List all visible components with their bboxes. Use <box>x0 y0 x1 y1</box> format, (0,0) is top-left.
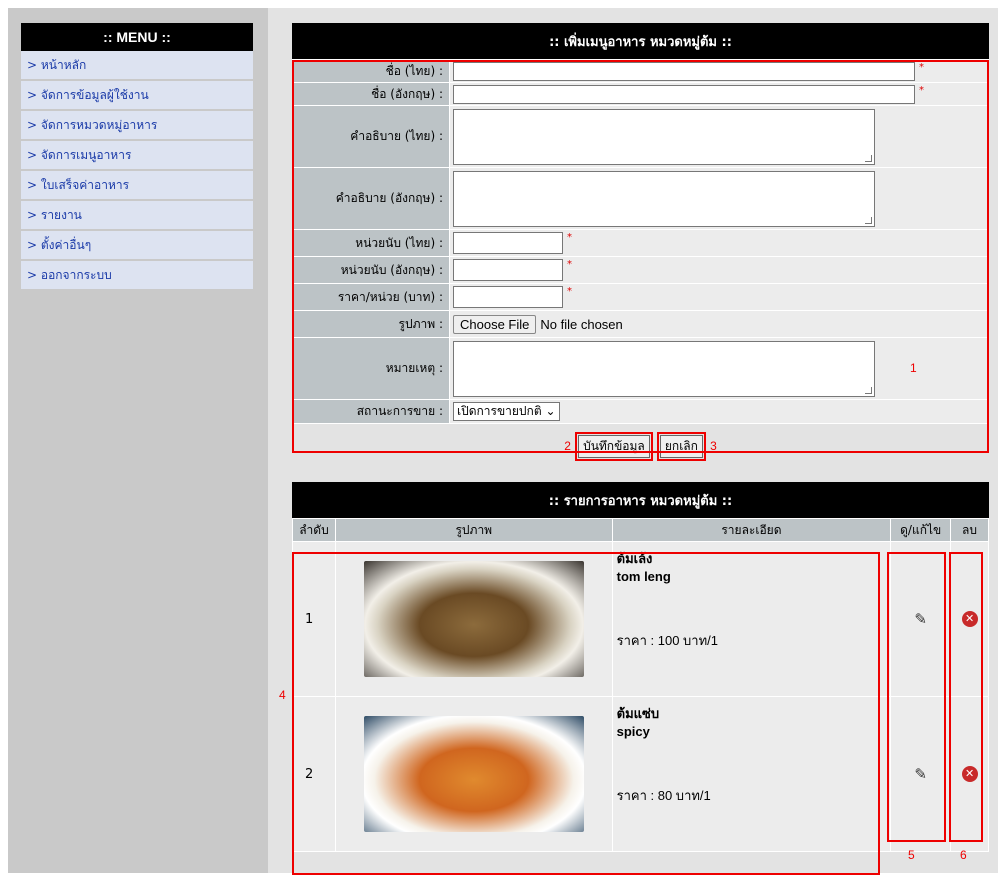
table-row: 1 ต้มเล้ง tom leng ราคา : 100 บาท/1 ✎ ✕ <box>292 541 989 697</box>
cancel-button[interactable]: ยกเลิก <box>659 435 703 458</box>
menu-item-receipts[interactable]: > ใบเสร็จค่าอาหาร <box>21 171 253 201</box>
name-th-label: ชื่อ (ไทย) : <box>292 59 450 83</box>
save-button-highlight: บันทึกข้อมูล <box>575 432 653 461</box>
food-price: ราคา : 100 บาท/1 <box>616 633 719 648</box>
annotation-3: 3 <box>710 439 717 453</box>
table-row: 2 ต้มแซ่บ spicy ราคา : 80 บาท/1 ✎ ✕ <box>292 696 989 852</box>
price-label: ราคา/หน่วย (บาท) : <box>292 283 450 311</box>
edit-icon[interactable]: ✎ <box>914 610 927 628</box>
col-detail: รายละเอียด <box>611 518 892 542</box>
required-mark: * <box>919 84 924 96</box>
menu-item-categories[interactable]: > จัดการหมวดหมู่อาหาร <box>21 111 253 141</box>
food-name-th: ต้มเล้ง <box>616 551 653 566</box>
page: :: MENU :: > หน้าหลัก > จัดการข้อมูลผู้ใ… <box>8 8 998 875</box>
unit-th-input[interactable] <box>453 232 563 254</box>
menu-item-label[interactable]: > รายงาน <box>27 208 82 222</box>
menu-item-label[interactable]: > ใบเสร็จค่าอาหาร <box>27 178 129 192</box>
menu-list-table: ลำดับ รูปภาพ รายละเอียด ดู/แก้ไข ลบ 1 ต้… <box>292 518 989 852</box>
food-name-th: ต้มแซ่บ <box>616 706 660 721</box>
chevron-down-icon: ⌄ <box>545 404 556 418</box>
image-label: รูปภาพ : <box>292 310 450 338</box>
unit-th-label: หน่วยนับ (ไทย) : <box>292 229 450 257</box>
food-image <box>363 716 584 832</box>
save-button[interactable]: บันทึกข้อมูล <box>578 435 650 458</box>
food-image <box>363 561 584 677</box>
unit-en-label: หน่วยนับ (อังกฤษ) : <box>292 256 450 284</box>
menu-item-logout[interactable]: > ออกจากระบบ <box>21 261 253 291</box>
status-label: สถานะการขาย : <box>292 399 450 424</box>
desc-en-textarea[interactable] <box>453 170 875 227</box>
status-select-value: เปิดการขายปกติ <box>457 404 542 418</box>
row-number: 1 <box>292 541 336 697</box>
menu-item-label[interactable]: > ออกจากระบบ <box>27 268 112 282</box>
menu-item-food-menu[interactable]: > จัดการเมนูอาหาร <box>21 141 253 171</box>
edit-icon[interactable]: ✎ <box>914 765 927 783</box>
name-en-label: ชื่อ (อังกฤษ) : <box>292 82 450 106</box>
col-edit: ดู/แก้ไข <box>890 518 952 542</box>
note-label: หมายเหตุ : <box>292 337 450 400</box>
unit-en-input[interactable] <box>453 259 563 281</box>
food-name-en: spicy <box>616 724 650 739</box>
form-actions: 2 บันทึกข้อมูล ยกเลิก 3 <box>292 432 989 461</box>
col-image: รูปภาพ <box>334 518 613 542</box>
row-detail: ต้มแซ่บ spicy ราคา : 80 บาท/1 <box>611 696 892 852</box>
menu-title: :: MENU :: <box>21 23 253 51</box>
sidebar: :: MENU :: > หน้าหลัก > จัดการข้อมูลผู้ใ… <box>8 8 268 873</box>
desc-en-label: คำอธิบาย (อังกฤษ) : <box>292 167 450 230</box>
menu: :: MENU :: > หน้าหลัก > จัดการข้อมูลผู้ใ… <box>21 23 253 291</box>
menu-item-label[interactable]: > หน้าหลัก <box>27 58 86 72</box>
price-input[interactable] <box>453 286 563 308</box>
annotation-6: 6 <box>960 848 967 862</box>
menu-item-label[interactable]: > จัดการเมนูอาหาร <box>27 148 131 162</box>
add-menu-form: ชื่อ (ไทย) : * ชื่อ (อังกฤษ) : * คำอธิบา… <box>292 59 989 424</box>
required-mark: * <box>567 286 572 297</box>
list-title: :: รายการอาหาร หมวดหมู่ต้ม :: <box>292 482 989 518</box>
row-detail: ต้มเล้ง tom leng ราคา : 100 บาท/1 <box>611 541 892 697</box>
annotation-2: 2 <box>564 439 571 453</box>
col-no: ลำดับ <box>292 518 336 542</box>
row-number: 2 <box>292 696 336 852</box>
note-textarea[interactable] <box>453 340 875 397</box>
cancel-button-highlight: ยกเลิก <box>656 432 706 461</box>
file-status: No file chosen <box>540 316 623 332</box>
annotation-1: 1 <box>910 361 917 375</box>
choose-file-button[interactable]: Choose File <box>453 314 537 334</box>
annotation-4: 4 <box>279 688 286 702</box>
menu-item-settings[interactable]: > ตั้งค่าอื่นๆ <box>21 231 253 261</box>
name-th-input[interactable] <box>453 61 915 81</box>
main-content: :: เพิ่มเมนูอาหาร หมวดหมู่ต้ม :: ชื่อ (ไ… <box>292 23 989 852</box>
name-en-input[interactable] <box>453 84 915 104</box>
annotation-5: 5 <box>908 848 915 862</box>
menu-item-label[interactable]: > จัดการหมวดหมู่อาหาร <box>27 118 157 132</box>
delete-icon[interactable]: ✕ <box>961 766 978 782</box>
required-mark: * <box>567 259 572 270</box>
col-delete: ลบ <box>950 518 989 542</box>
desc-th-label: คำอธิบาย (ไทย) : <box>292 105 450 168</box>
menu-item-label[interactable]: > จัดการข้อมูลผู้ใช้งาน <box>27 88 149 102</box>
menu-item-label[interactable]: > ตั้งค่าอื่นๆ <box>27 238 91 252</box>
food-price: ราคา : 80 บาท/1 <box>616 788 711 803</box>
required-mark: * <box>567 232 572 243</box>
menu-item-reports[interactable]: > รายงาน <box>21 201 253 231</box>
delete-icon[interactable]: ✕ <box>961 611 978 627</box>
food-name-en: tom leng <box>616 569 671 584</box>
status-select[interactable]: เปิดการขายปกติ ⌄ <box>453 402 560 421</box>
required-mark: * <box>919 61 924 73</box>
desc-th-textarea[interactable] <box>453 108 875 165</box>
menu-item-users[interactable]: > จัดการข้อมูลผู้ใช้งาน <box>21 81 253 111</box>
menu-item-home[interactable]: > หน้าหลัก <box>21 51 253 81</box>
form-title: :: เพิ่มเมนูอาหาร หมวดหมู่ต้ม :: <box>292 23 989 59</box>
